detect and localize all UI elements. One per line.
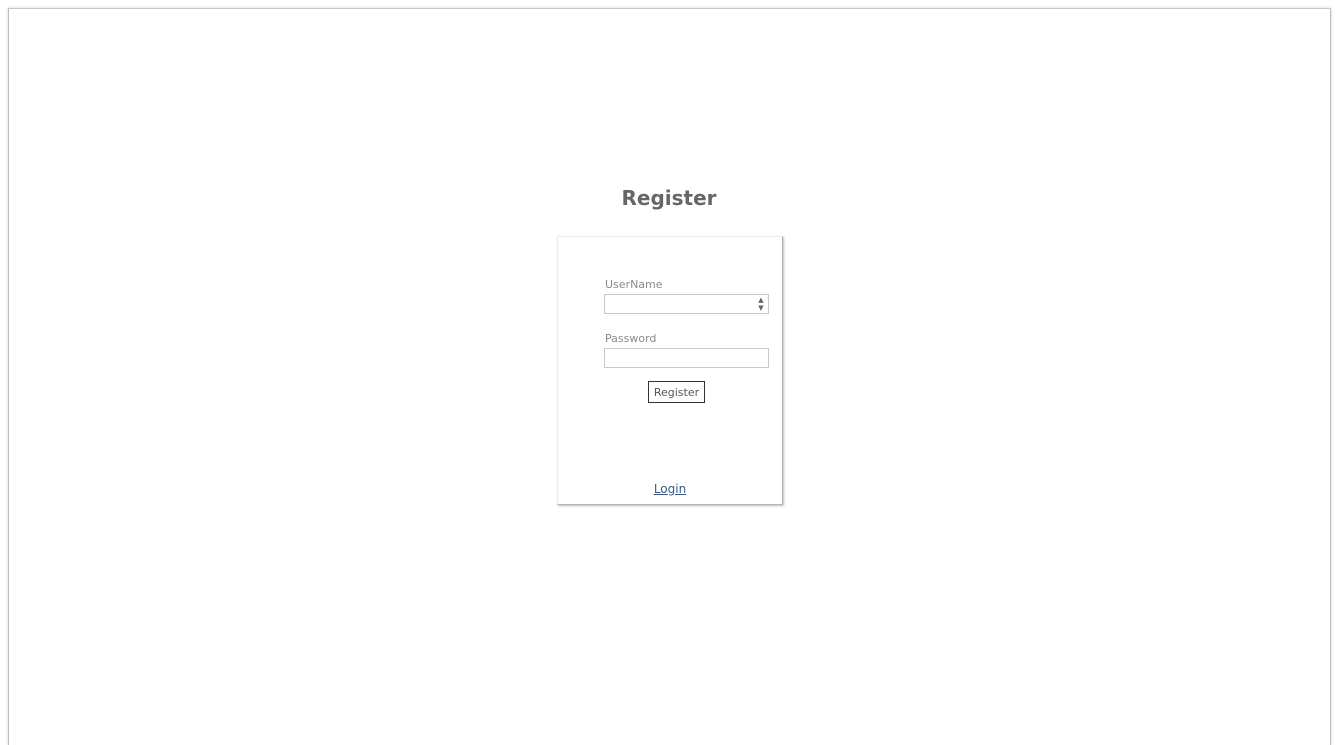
spin-up-icon[interactable]: ▲ [758,296,763,304]
login-link[interactable]: Login [558,482,782,496]
spin-down-icon[interactable]: ▼ [758,304,763,312]
register-button[interactable]: Register [648,381,705,403]
username-spinner[interactable]: ▲ ▼ [755,295,767,313]
password-label: Password [605,332,657,345]
username-label: UserName [605,278,663,291]
page-title: Register [621,186,717,210]
password-input[interactable] [604,348,769,368]
username-input[interactable] [604,294,769,314]
register-panel: UserName ▲ ▼ Password Register Login [557,236,783,505]
browser-viewport: Register UserName ▲ ▼ Password Register … [8,8,1331,745]
